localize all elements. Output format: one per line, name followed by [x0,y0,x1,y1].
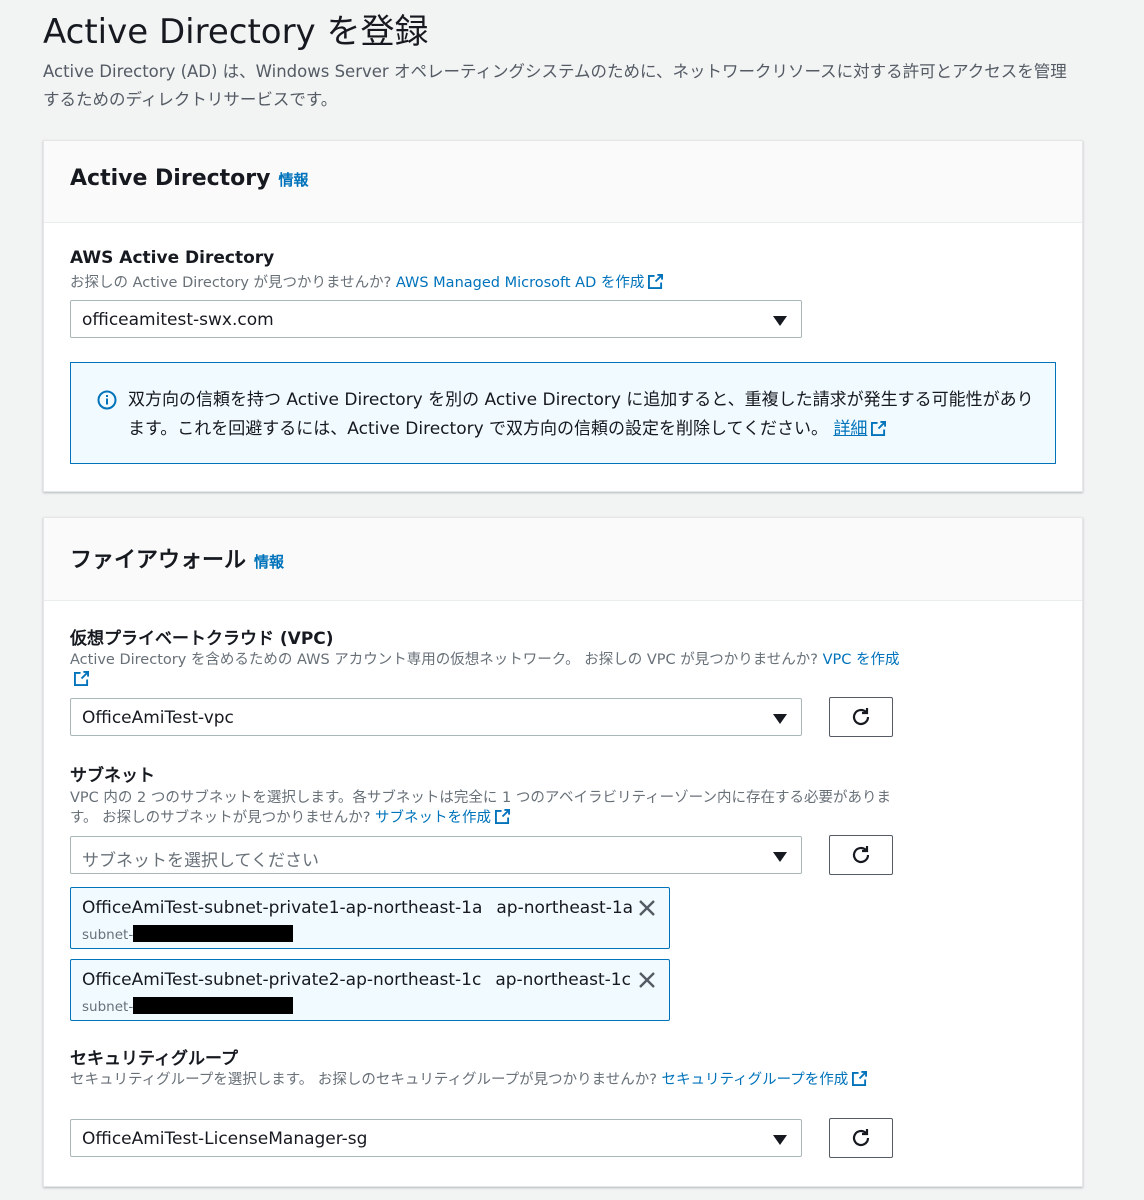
subnet-token-name-text: OfficeAmiTest-subnet-private2-ap-northea… [82,970,482,990]
aws-active-directory-desc-text: お探しの Active Directory が見つかりませんか? [70,275,392,291]
subnet-select[interactable]: サブネットを選択してください [70,836,802,874]
active-directory-panel-header: Active Directory 情報 [44,141,1082,223]
create-security-group-link[interactable]: セキュリティグループを作成 [661,1071,868,1088]
vpc-select-value: OfficeAmiTest-vpc [82,708,234,728]
firewall-panel-title: ファイアウォール 情報 [70,542,284,574]
alert-message: 双方向の信頼を持つ Active Directory を別の Active Di… [128,390,1034,439]
security-group-desc-text: セキュリティグループを選択します。 お探しのセキュリティグループが見つかりません… [70,1072,657,1088]
firewall-panel-header: ファイアウォール 情報 [44,518,1082,601]
active-directory-panel: Active Directory 情報 AWS Active Directory … [43,140,1083,492]
refresh-icon [852,708,870,726]
info-alert: 双方向の信頼を持つ Active Directory を別の Active Di… [70,362,1056,464]
subnet-refresh-button[interactable] [829,835,893,875]
redacted-block [133,997,294,1014]
firewall-panel: ファイアウォール 情報 仮想プライベートクラウド (VPC) Active Dir… [43,517,1083,1187]
subnet-token-name: OfficeAmiTest-subnet-private2-ap-northea… [82,970,631,990]
aws-active-directory-label: AWS Active Directory [70,248,275,268]
page-title: Active Directory を登録 [43,12,429,52]
security-group-select[interactable]: OfficeAmiTest-LicenseManager-sg [70,1119,802,1157]
vpc-select[interactable]: OfficeAmiTest-vpc [70,698,802,736]
panel-title-text: Active Directory [70,166,271,191]
vpc-desc-text: Active Directory を含めるための AWS アカウント専用の仮想ネ… [70,652,818,668]
subnet-token-id: subnet- [82,925,294,943]
security-group-refresh-button[interactable] [829,1118,893,1158]
subnet-token-name-text: OfficeAmiTest-subnet-private1-ap-northea… [82,898,483,918]
page-description: Active Directory (AD) は、Windows Server オ… [43,62,1067,109]
info-link[interactable]: 情報 [278,171,308,189]
redacted-block [133,925,294,942]
external-link-icon[interactable] [871,421,887,436]
subnet-token-id-prefix: subnet- [82,999,134,1015]
subnet-token: OfficeAmiTest-subnet-private2-ap-northea… [70,959,670,1021]
subnet-token: OfficeAmiTest-subnet-private1-ap-northea… [70,887,670,949]
external-link-icon [495,809,511,824]
subnet-token-id-prefix: subnet- [82,927,134,943]
create-managed-ad-link[interactable]: AWS Managed Microsoft AD を作成 [395,274,664,291]
subnet-token-name: OfficeAmiTest-subnet-private1-ap-northea… [82,898,633,918]
active-directory-panel-title: Active Directory 情報 [70,166,309,191]
active-directory-select-value: officeamitest-swx.com [82,310,274,330]
vpc-refresh-button[interactable] [829,697,893,737]
caret-down-icon [773,316,787,326]
alert-text: 双方向の信頼を持つ Active Directory を別の Active Di… [128,386,1038,444]
subnet-desc: VPC 内の 2 つのサブネットを選択します。各サブネットは完全に 1 つのアベ… [70,788,900,828]
external-link-icon [852,1071,868,1086]
close-icon[interactable] [637,898,657,918]
create-subnet-link-text: サブネットを作成 [375,810,492,826]
subnet-token-az: ap-northeast-1c [495,970,631,990]
caret-down-icon [773,1135,787,1145]
create-security-group-link-text: セキュリティグループを作成 [661,1072,849,1088]
external-link-icon [74,671,89,686]
subnet-select-placeholder: サブネットを選択してください [82,851,319,871]
create-managed-ad-link-text: AWS Managed Microsoft AD を作成 [395,275,645,291]
info-circle-icon [97,390,117,410]
security-group-select-value: OfficeAmiTest-LicenseManager-sg [82,1129,368,1149]
aws-active-directory-desc: お探しの Active Directory が見つかりませんか? AWS Man… [70,273,664,293]
learn-more-link[interactable]: 詳細 [833,419,867,439]
subnet-token-id: subnet- [82,997,294,1015]
create-subnet-link[interactable]: サブネットを作成 [375,809,511,826]
caret-down-icon [773,714,787,724]
firewall-panel-title-text: ファイアウォール [70,548,247,573]
security-group-label: セキュリティグループ [70,1049,238,1069]
vpc-label: 仮想プライベートクラウド (VPC) [70,629,334,649]
create-vpc-link-text: VPC を作成 [822,652,900,668]
active-directory-select[interactable]: officeamitest-swx.com [70,300,802,338]
subnet-token-az: ap-northeast-1a [496,898,634,918]
caret-down-icon [773,852,787,862]
external-link-icon [648,274,664,289]
security-group-desc: セキュリティグループを選択します。 お探しのセキュリティグループが見つかりません… [70,1070,900,1090]
refresh-icon [852,1129,870,1147]
learn-more-link-text: 詳細 [833,419,868,439]
info-link[interactable]: 情報 [254,553,284,571]
close-icon[interactable] [637,970,657,990]
subnet-label: サブネット [70,766,155,786]
refresh-icon [852,846,870,864]
vpc-desc: Active Directory を含めるための AWS アカウント専用の仮想ネ… [70,650,900,690]
